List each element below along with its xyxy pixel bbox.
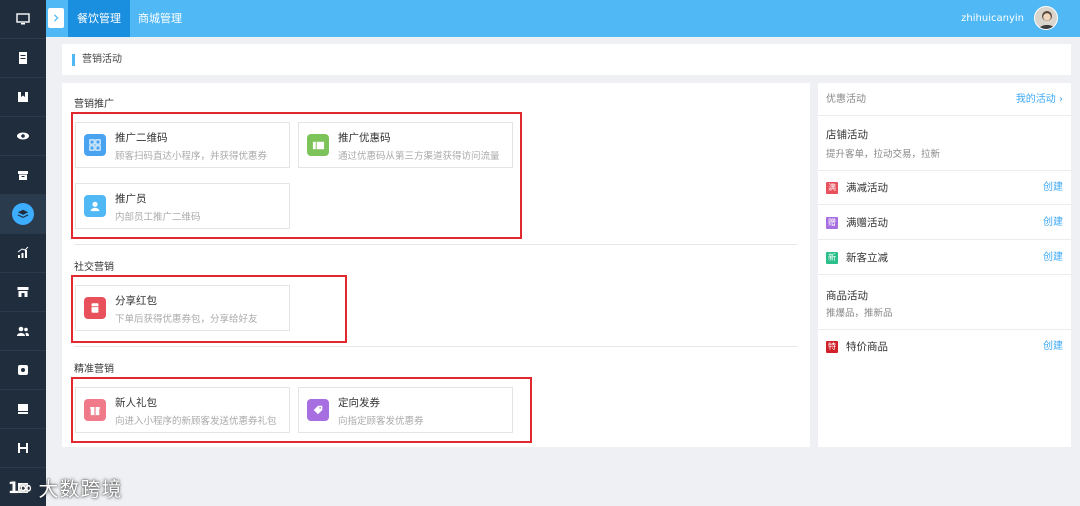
avatar[interactable] [1034, 6, 1058, 30]
highlight-box-social [71, 275, 347, 343]
box-icon[interactable] [0, 156, 46, 195]
promotions-title: 优惠活动 [826, 94, 866, 105]
badge: 赠 [826, 217, 838, 229]
left-rail [0, 0, 46, 506]
badge: 满 [826, 182, 838, 194]
sidebar-toggle-button[interactable] [48, 8, 64, 28]
watermark-logo: 1∞ [8, 477, 33, 497]
goods-activities-sub: 推爆品，推新品 [826, 308, 893, 319]
my-activities-link[interactable]: 我的活动 › [1016, 83, 1063, 116]
section-title-precision: 精准营销 [74, 364, 114, 375]
create-link[interactable]: 创建 [1043, 171, 1063, 205]
tab-mall-management[interactable]: 商城管理 [129, 0, 191, 37]
activity-row-full-reduction: 满 满减活动 创建 [818, 171, 1071, 205]
activity-name: 新客立减 [846, 252, 888, 264]
activity-name: 特价商品 [846, 341, 888, 353]
badge: 特 [826, 341, 838, 353]
breadcrumb: 营销活动 [62, 44, 1071, 75]
book-icon[interactable] [0, 390, 46, 429]
highlight-box-precision [71, 377, 532, 443]
section-title-promotion: 营销推广 [74, 99, 114, 110]
users-icon[interactable] [0, 312, 46, 351]
store-icon[interactable] [0, 273, 46, 312]
highlight-box-promotion [71, 112, 522, 239]
create-link[interactable]: 创建 [1043, 330, 1063, 364]
activity-name: 满减活动 [846, 182, 888, 194]
shop-activities-title: 店铺活动 [826, 129, 868, 141]
promotions-header: 优惠活动 我的活动 › [818, 83, 1071, 116]
chevron-right-icon [53, 14, 59, 22]
bookmark-icon[interactable] [0, 78, 46, 117]
badge: 新 [826, 252, 838, 264]
watermark: 1∞ 大数跨境 [8, 474, 123, 501]
layers-icon[interactable] [0, 195, 46, 234]
settings-icon[interactable] [0, 351, 46, 390]
document-icon[interactable] [0, 39, 46, 78]
section-divider [74, 346, 797, 347]
goods-activities-title: 商品活动 [826, 290, 868, 302]
activity-row-full-gift: 赠 满赠活动 创建 [818, 206, 1071, 240]
promotions-panel: 优惠活动 我的活动 › 店铺活动 提升客单，拉动交易，拉新 满 满减活动 创建 … [818, 83, 1071, 447]
section-divider [74, 244, 797, 245]
monitor-icon[interactable] [0, 0, 46, 39]
breadcrumb-accent [72, 54, 75, 66]
page-title: 营销活动 [82, 54, 122, 65]
activity-row-new-customer: 新 新客立减 创建 [818, 241, 1071, 275]
section-title-social: 社交营销 [74, 262, 114, 273]
activity-name: 满赠活动 [846, 217, 888, 229]
activity-row-special-price: 特 特价商品 创建 [818, 330, 1071, 364]
watermark-name: 大数跨境 [38, 476, 123, 501]
tab-catering-management[interactable]: 餐饮管理 [68, 0, 130, 37]
create-link[interactable]: 创建 [1043, 206, 1063, 240]
save-icon[interactable] [0, 429, 46, 468]
top-bar: 餐饮管理 商城管理 zhihuicanyin [46, 0, 1080, 37]
shop-activities-sub: 提升客单，拉动交易，拉新 [826, 149, 941, 160]
eye-icon[interactable] [0, 117, 46, 156]
marketing-panel: 营销推广 推广二维码 顾客扫码直达小程序，并获得优惠券 推广优惠码 通过优惠码从… [62, 83, 810, 447]
username[interactable]: zhihuicanyin [961, 0, 1024, 37]
chart-icon[interactable] [0, 234, 46, 273]
create-link[interactable]: 创建 [1043, 241, 1063, 275]
